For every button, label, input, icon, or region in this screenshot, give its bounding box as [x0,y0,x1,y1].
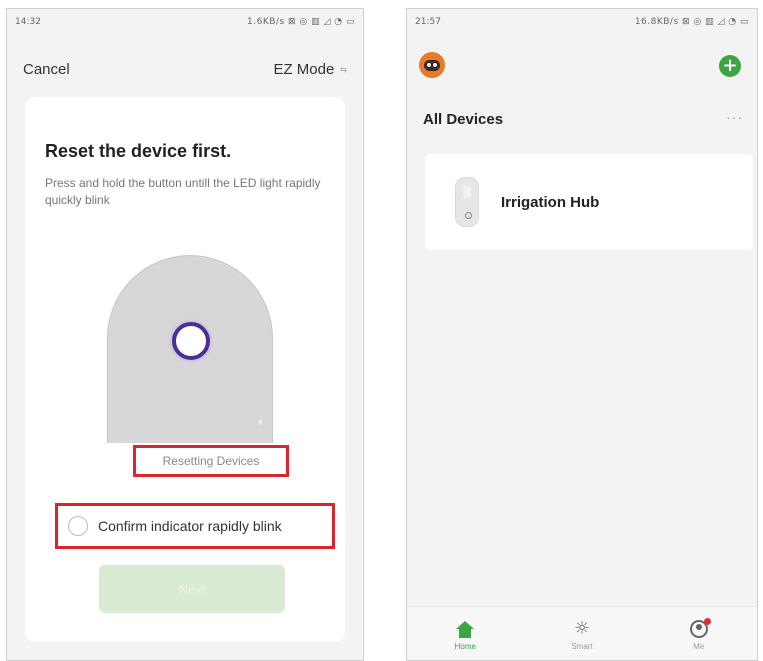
sun-icon: ☼ [573,618,591,639]
led-ring-icon [172,322,210,360]
confirm-indicator-checkbox[interactable]: Confirm indicator rapidly blink [55,503,335,549]
cancel-button[interactable]: Cancel [23,61,70,78]
device-name: Irrigation Hub [501,193,600,211]
tab-label-smart: Smart [571,642,593,651]
resetting-devices-label: Resetting Devices [162,454,260,468]
left-phone-screen: 14:32 1.6KB/s ⊠ ◎ ▥ ◿ ◔ ▭ Cancel EZ Mode… [6,8,364,661]
next-button[interactable]: Next [99,565,285,613]
device-card-irrigation-hub[interactable]: Irrigation Hub [425,154,753,250]
tab-label-home: Home [454,641,476,651]
right-phone-screen: 21:57 16.8KB/s ⊠ ◎ ▥ ◿ ◔ ▭ + All Devices… [406,8,758,661]
more-options-icon[interactable]: ··· [726,109,743,125]
robot-avatar-icon [424,59,440,71]
instruction-text: Press and hold the button untill the LED… [45,176,321,207]
tab-home[interactable]: Home [435,620,495,651]
page-title: Reset the device first. [45,141,232,161]
tab-label-me: Me [693,642,705,651]
status-bar: 21:57 16.8KB/s ⊠ ◎ ▥ ◿ ◔ ▭ [407,9,757,35]
tab-smart[interactable]: ☼ Smart [552,618,612,652]
tab-me[interactable]: Me [669,618,729,651]
status-icons: 1.6KB/s ⊠ ◎ ▥ ◿ ◔ ▭ [247,17,355,27]
device-illustration [107,255,273,443]
profile-icon [689,618,711,638]
smart-plug-icon [455,177,479,227]
mode-label: EZ Mode [273,60,335,78]
reset-card: Reset the device first. Press and hold t… [25,97,345,642]
mode-switch[interactable]: EZ Mode ⇆ [273,61,347,78]
radio-circle-icon [68,516,88,536]
add-device-button[interactable]: + [719,55,741,77]
user-avatar[interactable] [419,52,445,78]
section-title: All Devices [423,111,504,128]
device-indicator-dot [259,419,262,425]
status-icons: 16.8KB/s ⊠ ◎ ▥ ◿ ◔ ▭ [634,17,749,27]
home-icon [456,620,475,638]
confirm-label: Confirm indicator rapidly blink [98,518,282,534]
status-bar: 14:32 1.6KB/s ⊠ ◎ ▥ ◿ ◔ ▭ [7,9,363,35]
status-time: 14:32 [15,17,41,27]
switch-arrows-icon: ⇆ [340,64,347,74]
bottom-tab-bar: Home ☼ Smart Me [407,606,757,660]
top-bar: Cancel EZ Mode ⇆ [7,57,363,81]
status-time: 21:57 [415,17,441,27]
resetting-devices-link[interactable]: Resetting Devices [133,445,289,477]
